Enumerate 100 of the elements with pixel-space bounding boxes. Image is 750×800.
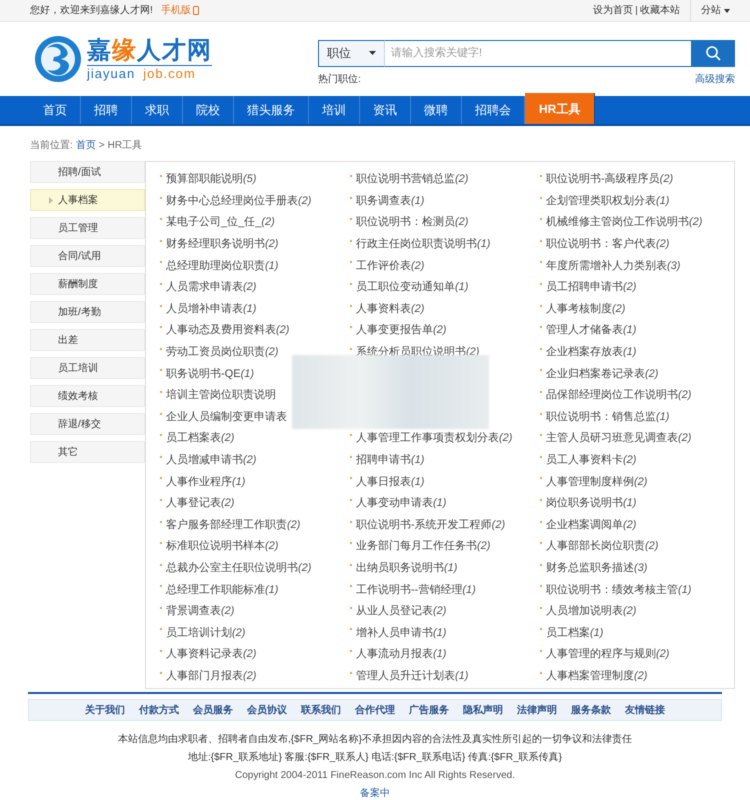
document-link[interactable]: 从业人员登记表(2): [356, 606, 446, 618]
document-link[interactable]: 人员需求申请表(2): [166, 282, 256, 294]
document-link[interactable]: 品保部经理岗位工作说明书(2): [546, 390, 692, 402]
document-link[interactable]: 管理人员升迁计划表(1): [356, 670, 468, 682]
document-link[interactable]: 职务说明书-QE(1): [166, 368, 254, 380]
document-link[interactable]: 机械维修主管岗位工作说明书(2): [546, 217, 702, 228]
sidebar-item[interactable]: 人事档案: [30, 189, 145, 211]
footer-link[interactable]: 会员服务: [193, 702, 233, 718]
footer-link[interactable]: 关于我们: [85, 702, 125, 718]
document-link[interactable]: 人事动态及费用资料表(2): [166, 325, 290, 336]
document-link[interactable]: 职位说明书：销售总监(1): [546, 412, 670, 423]
sidebar-item[interactable]: 加班/考勤: [30, 301, 145, 323]
document-link[interactable]: 人事变更报告单(2): [356, 325, 446, 336]
sidebar-item[interactable]: 出差: [30, 329, 145, 351]
document-link[interactable]: 员工培训计划(2): [166, 628, 246, 639]
sidebar-item[interactable]: 辞退/移交: [30, 413, 145, 435]
document-link[interactable]: 企业归档案卷记录表(2): [546, 368, 658, 380]
document-link[interactable]: 劳动工资员岗位职责(2): [166, 347, 278, 358]
document-link[interactable]: 员工人事资料卡(2): [546, 455, 636, 466]
nav-tab[interactable]: 招聘: [81, 96, 132, 124]
footer-link[interactable]: 法律声明: [517, 702, 557, 718]
document-link[interactable]: 财务经理职务说明书(2): [166, 239, 278, 250]
document-link[interactable]: 人员增加说明表(2): [546, 606, 636, 618]
document-link[interactable]: 职位说明书：客户代表(2): [546, 239, 670, 250]
sidebar-item[interactable]: 合同/试用: [30, 245, 145, 267]
footer-link[interactable]: 友情链接: [625, 702, 665, 718]
document-link[interactable]: 管理人才储备表(1): [546, 325, 636, 336]
footer-link[interactable]: 广告服务: [409, 702, 449, 718]
document-link[interactable]: 工作说明书--营销经理(1): [356, 584, 476, 596]
document-link[interactable]: 人事流动月报表(1): [356, 649, 446, 660]
document-link[interactable]: 人事管理制度样例(2): [546, 476, 648, 488]
document-link[interactable]: 职务调查表(1): [356, 196, 424, 207]
nav-tab[interactable]: 首页: [30, 96, 81, 124]
document-link[interactable]: 员工职位变动通知单(1): [356, 282, 468, 294]
document-link[interactable]: 企划管理类职权划分表(1): [546, 196, 670, 207]
document-link[interactable]: 员工档案(1): [546, 628, 604, 639]
document-link[interactable]: 企业档案存放表(1): [546, 347, 636, 358]
sidebar-item[interactable]: 员工培训: [30, 357, 145, 379]
document-link[interactable]: 职位说明书：绩效考核主管(1): [546, 584, 692, 596]
footer-link[interactable]: 服务条款: [571, 702, 611, 718]
footer-link[interactable]: 联系我们: [301, 702, 341, 718]
document-link[interactable]: 员工招聘申请书(2): [546, 282, 636, 294]
footer-link[interactable]: 会员协议: [247, 702, 287, 718]
document-link[interactable]: 人事登记表(2): [166, 498, 234, 510]
document-link[interactable]: 标准职位说明书样本(2): [166, 541, 278, 552]
document-link[interactable]: 人事部门月报表(2): [166, 670, 256, 682]
document-link[interactable]: 人员增减申请书(2): [166, 455, 256, 466]
document-link[interactable]: 某电子公司_位_任_(2): [166, 217, 275, 228]
document-link[interactable]: 客户服务部经理工作职责(2): [166, 520, 300, 531]
document-link[interactable]: 总经理工作职能标准(1): [166, 584, 278, 596]
document-link[interactable]: 财务中心总经理岗位手册表(2): [166, 196, 312, 207]
document-link[interactable]: 岗位职务说明书(1): [546, 498, 636, 510]
document-link[interactable]: 人事部部长岗位职责(2): [546, 541, 658, 552]
document-link[interactable]: 主管人员研习班意见调查表(2): [546, 433, 692, 444]
document-link[interactable]: 人事管理工作事项责权划分表(2): [356, 433, 512, 444]
document-link[interactable]: 工作评价表(2): [356, 260, 424, 272]
icp-link[interactable]: 备案中: [360, 785, 390, 800]
document-link[interactable]: 招聘申请书(1): [356, 455, 424, 466]
document-link[interactable]: 增补人员申请书(1): [356, 628, 446, 639]
document-link[interactable]: 人事资料表(2): [356, 304, 424, 315]
document-link[interactable]: 培训主管岗位职责说明: [166, 390, 276, 402]
document-link[interactable]: 系统分析员职位说明书(2): [356, 347, 480, 358]
sidebar-item[interactable]: 薪酬制度: [30, 273, 145, 295]
document-link[interactable]: 人事管理的程序与规则(2): [546, 649, 670, 660]
document-link[interactable]: 人事变动申请表(1): [356, 498, 446, 510]
document-link[interactable]: 人员增补申请表(1): [166, 304, 256, 315]
document-link[interactable]: 职位说明书-系统开发工程师(2): [356, 520, 506, 531]
document-link[interactable]: 出纳员职务说明书(1): [356, 563, 458, 574]
document-link[interactable]: 行政主任岗位职责说明书(1): [356, 239, 490, 250]
document-link[interactable]: 企业档案调阅单(2): [546, 520, 636, 531]
document-link[interactable]: 人事档案管理制度(2): [546, 670, 648, 682]
breadcrumb-link[interactable]: 首页: [76, 138, 96, 153]
top-link[interactable]: 收藏本站: [640, 3, 680, 18]
footer-link[interactable]: 合作代理: [355, 702, 395, 718]
nav-tab[interactable]: 院校: [183, 96, 234, 124]
nav-tab[interactable]: 求职: [132, 96, 183, 124]
sidebar-item[interactable]: 绩效考核: [30, 385, 145, 407]
document-link[interactable]: 人事日报表(1): [356, 476, 424, 488]
search-field[interactable]: 请输入搜索关键字!: [385, 40, 691, 66]
nav-tab[interactable]: 猎头服务: [234, 96, 309, 124]
advanced-search-link[interactable]: 高级搜索: [695, 72, 735, 86]
nav-tab[interactable]: 培训: [309, 96, 360, 124]
search-button[interactable]: [691, 40, 735, 66]
category-select[interactable]: 职位: [318, 40, 385, 66]
sidebar-item[interactable]: 其它: [30, 441, 145, 463]
document-link[interactable]: 业务部门每月工作任务书(2): [356, 541, 490, 552]
document-link[interactable]: 总裁办公室主任职位说明书(2): [166, 562, 312, 574]
document-link[interactable]: 预算部职能说明(5): [166, 174, 256, 186]
document-link[interactable]: 财务总监职务描述(3): [546, 562, 648, 574]
nav-tab[interactable]: 微聘: [411, 96, 462, 124]
document-link[interactable]: 人事考核制度(2): [546, 304, 626, 315]
document-link[interactable]: 总经理助理岗位职责(1): [166, 260, 278, 272]
sidebar-item[interactable]: 招聘/面试: [30, 161, 145, 183]
footer-link[interactable]: 隐私声明: [463, 702, 503, 718]
substation-dropdown[interactable]: 分站: [690, 0, 730, 22]
document-link[interactable]: 员工档案表(2): [166, 433, 234, 444]
document-link[interactable]: 企业人员编制变更申请表: [166, 412, 287, 423]
footer-link[interactable]: 付款方式: [139, 702, 179, 718]
document-link[interactable]: 年度所需增补人力类别表(3): [546, 260, 680, 272]
document-link[interactable]: 人事资料记录表(2): [166, 649, 256, 660]
